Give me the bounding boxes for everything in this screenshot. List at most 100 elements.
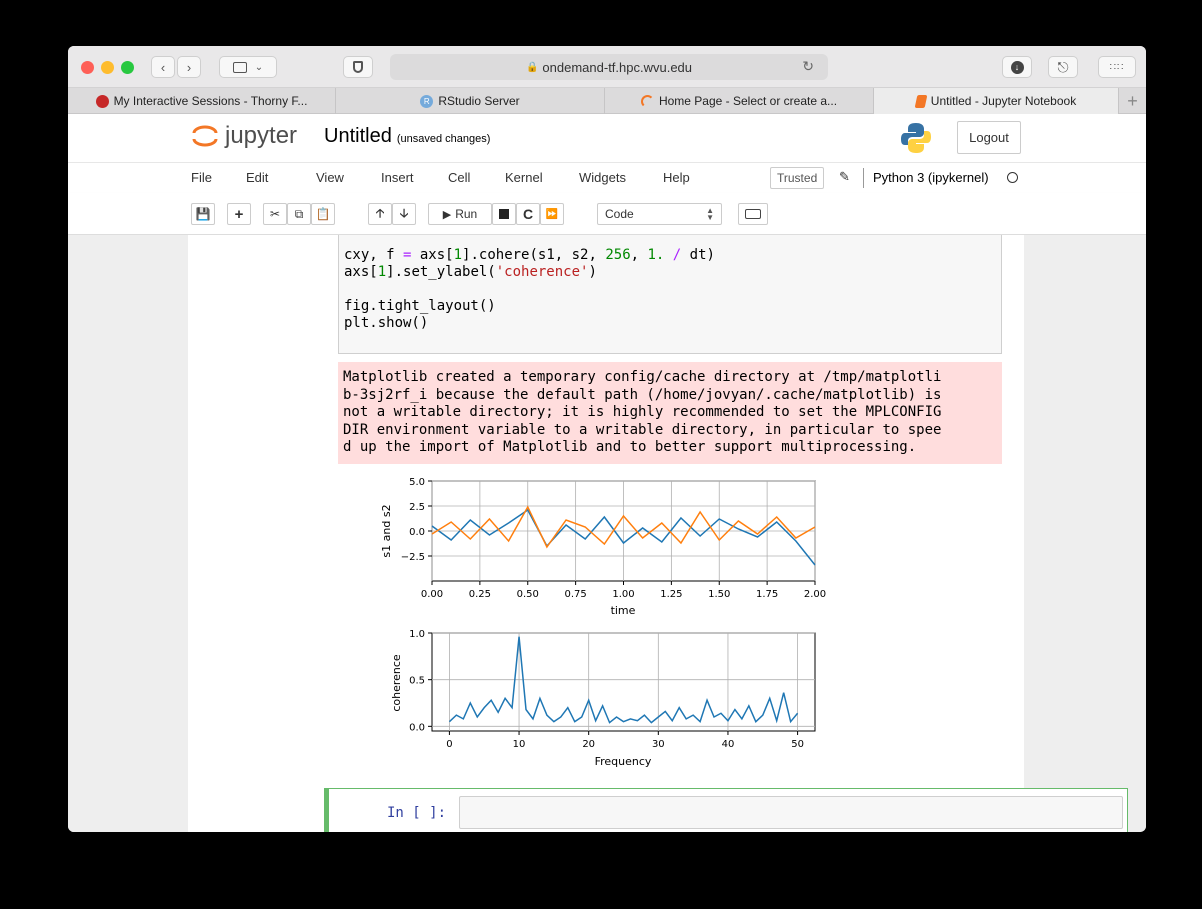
tab-overview-button[interactable]: ∷∷ xyxy=(1098,56,1136,78)
move-up-button[interactable]: 🡡 xyxy=(368,203,392,225)
ondemand-icon xyxy=(95,94,109,108)
y-tick-label: 1.0 xyxy=(409,629,425,640)
stop-icon xyxy=(499,209,509,219)
x-tick-label: 2.00 xyxy=(804,589,826,600)
menu-widgets[interactable]: Widgets xyxy=(579,170,626,185)
code-cell-editor[interactable] xyxy=(459,796,1123,829)
tab-label: RStudio Server xyxy=(438,94,520,108)
fast-forward-icon: ⏩ xyxy=(545,208,559,220)
time-series-plot: 0.00 0.25 0.50 0.75 1.00 1.25 1.50 1.75 2.00 5.0 2… xyxy=(380,477,826,617)
pencil-icon[interactable]: ✎ xyxy=(839,169,850,185)
menu-help[interactable]: Help xyxy=(663,170,690,185)
x-tick-label: 1.00 xyxy=(612,589,634,600)
close-window-button[interactable] xyxy=(81,61,94,74)
grid-icon: ∷∷ xyxy=(1109,61,1125,73)
code-line: cxy, f = axs[1].cohere(s1, s2, 256, 1. /… xyxy=(344,247,715,263)
tab-bar: My Interactive Sessions - Thorny F... R … xyxy=(68,88,1146,114)
paste-button[interactable]: 📋 xyxy=(311,203,335,225)
save-icon: 💾 xyxy=(195,207,211,221)
stderr-line: Matplotlib created a temporary config/ca… xyxy=(343,369,942,385)
insert-cell-button[interactable]: + xyxy=(227,203,251,225)
cell-type-select[interactable]: Code ▲ ▼ xyxy=(597,203,722,225)
code-cell-input[interactable]: cxy, f = axs[1].cohere(s1, s2, 256, 1. /… xyxy=(338,235,1002,354)
arrow-down-icon: 🡣 xyxy=(399,205,409,220)
stderr-line: d up the import of Matplotlib and to bet… xyxy=(343,439,917,456)
menu-view[interactable]: View xyxy=(316,170,344,185)
x-tick-label: 50 xyxy=(791,739,804,750)
logout-button[interactable]: Logout xyxy=(957,121,1021,154)
tab-rstudio[interactable]: R RStudio Server xyxy=(336,88,605,114)
command-palette-button[interactable] xyxy=(738,203,768,225)
tab-interactive-sessions[interactable]: My Interactive Sessions - Thorny F... xyxy=(68,88,336,114)
notebook-name-area: Untitled (unsaved changes) xyxy=(324,125,490,148)
x-tick-label: 0 xyxy=(446,739,452,750)
copy-button[interactable]: ⧉ xyxy=(287,203,311,225)
move-down-button[interactable]: 🡣 xyxy=(392,203,416,225)
x-tick-label: 40 xyxy=(722,739,735,750)
stderr-output: Matplotlib created a temporary config/ca… xyxy=(338,362,1002,464)
share-button[interactable]: ⎋ xyxy=(1048,56,1078,78)
restart-run-all-button[interactable]: ⏩ xyxy=(540,203,564,225)
jupyter-header: jupyter Untitled (unsaved changes) Logou… xyxy=(68,114,1146,163)
x-axis-label: Frequency xyxy=(595,755,652,768)
minimize-window-button[interactable] xyxy=(101,61,114,74)
rstudio-icon: R xyxy=(420,94,434,108)
x-tick-label: 1.75 xyxy=(756,589,778,600)
address-bar[interactable]: 🔒 ondemand-tf.hpc.wvu.edu ↻ xyxy=(390,54,828,80)
y-axis-label: coherence xyxy=(390,654,403,712)
notebook-title[interactable]: Untitled xyxy=(324,125,392,148)
browser-window: ‹ › ⌄ 🔒 ondemand-tf.hpc.wvu.edu ↻ ↓ ⎋ ∷∷… xyxy=(68,46,1146,832)
menu-kernel[interactable]: Kernel xyxy=(505,170,543,185)
notebook-toolbar: 💾 + ✂ ⧉ 📋 🡡 🡣 ▶ Run C ⏩ Code ▲ ▼ xyxy=(68,193,1146,235)
y-tick-label: 0.0 xyxy=(409,527,425,538)
jupyter-logo[interactable]: jupyter xyxy=(191,120,297,152)
tab-label: Home Page - Select or create a... xyxy=(658,94,838,108)
x-tick-label: 20 xyxy=(582,739,595,750)
code-line: axs[1].set_ylabel('coherence') xyxy=(344,264,597,280)
notebook-menubar: File Edit View Insert Cell Kernel Widget… xyxy=(68,163,1146,193)
tab-jupyter-home[interactable]: Home Page - Select or create a... xyxy=(605,88,874,114)
keyboard-icon xyxy=(745,209,761,219)
y-tick-label: 2.5 xyxy=(409,502,425,513)
input-prompt: In [ ]: xyxy=(387,805,447,821)
new-code-cell[interactable]: In [ ]: xyxy=(324,788,1128,832)
sidebar-toggle-button[interactable]: ⌄ xyxy=(219,56,277,78)
plot-frame xyxy=(431,632,816,732)
restart-button[interactable]: C xyxy=(516,203,540,225)
back-button[interactable]: ‹ xyxy=(151,56,175,78)
menu-edit[interactable]: Edit xyxy=(246,170,268,185)
chevron-down-icon: ⌄ xyxy=(254,61,264,73)
zoom-window-button[interactable] xyxy=(121,61,134,74)
tab-label: My Interactive Sessions - Thorny F... xyxy=(113,94,308,108)
cut-button[interactable]: ✂ xyxy=(263,203,287,225)
download-icon: ↓ xyxy=(1010,60,1024,74)
save-button[interactable]: 💾 xyxy=(191,203,215,225)
tab-untitled-notebook[interactable]: Untitled - Jupyter Notebook xyxy=(874,88,1119,114)
plus-icon: + xyxy=(1127,90,1138,111)
jupyter-logo-text: jupyter xyxy=(225,122,298,149)
jupyter-logo-icon xyxy=(192,125,218,147)
forward-button[interactable]: › xyxy=(177,56,201,78)
x-tick-label: 0.50 xyxy=(517,589,539,600)
interrupt-button[interactable] xyxy=(492,203,516,225)
notebook-icon xyxy=(914,94,928,108)
x-tick-label: 1.25 xyxy=(660,589,682,600)
run-button[interactable]: ▶ Run xyxy=(428,203,492,225)
stderr-line: not a writable directory; it is highly r… xyxy=(343,404,942,421)
privacy-report-button[interactable] xyxy=(343,56,373,78)
trusted-indicator[interactable]: Trusted xyxy=(770,167,825,189)
reload-icon[interactable]: ↻ xyxy=(802,58,814,75)
x-tick-label: 10 xyxy=(513,739,526,750)
tab-label: Untitled - Jupyter Notebook xyxy=(930,94,1077,108)
new-tab-button[interactable]: + xyxy=(1119,88,1146,114)
menu-file[interactable]: File xyxy=(191,170,212,185)
kernel-name[interactable]: Python 3 (ipykernel) xyxy=(873,170,989,185)
downloads-button[interactable]: ↓ xyxy=(1002,56,1032,78)
kernel-divider xyxy=(863,168,864,188)
select-arrows-icon: ▲ ▼ xyxy=(706,206,714,222)
menu-insert[interactable]: Insert xyxy=(381,170,414,185)
scissors-icon: ✂ xyxy=(269,207,281,221)
play-icon: ▶ xyxy=(442,208,452,221)
menu-cell[interactable]: Cell xyxy=(448,170,470,185)
